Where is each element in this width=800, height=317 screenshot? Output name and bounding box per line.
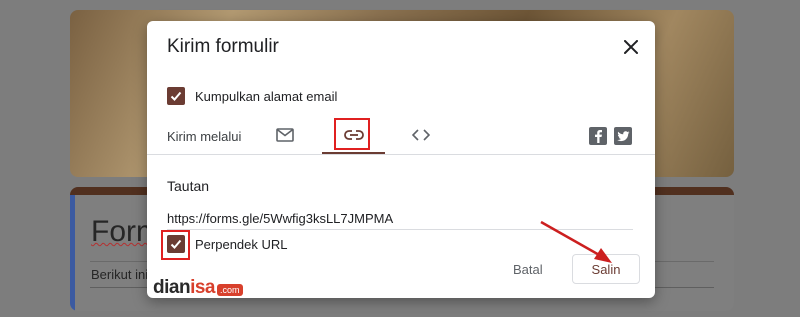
dialog-title: Kirim formulir (167, 36, 279, 57)
tab-embed[interactable] (405, 118, 437, 152)
watermark-logo: dianisa .com (153, 277, 243, 299)
form-url-field[interactable] (167, 207, 633, 230)
card-left-accent (70, 195, 75, 311)
facebook-icon (595, 130, 602, 143)
tab-email[interactable] (269, 118, 301, 152)
highlight-box-link-tab (334, 118, 370, 150)
tabs-divider (147, 154, 655, 155)
code-icon (412, 129, 430, 141)
twitter-icon (616, 130, 629, 141)
checkmark-icon (170, 91, 182, 101)
send-form-dialog: Kirim formulir Kumpulkan alamat email Ki… (147, 21, 655, 298)
close-icon (624, 40, 638, 54)
form-description: Berikut ini (91, 267, 149, 282)
copy-button-label: Salin (591, 261, 621, 277)
copy-button[interactable]: Salin (572, 254, 640, 284)
send-via-label: Kirim melalui (167, 129, 242, 144)
watermark-domain: .com (216, 284, 243, 296)
close-button[interactable] (619, 35, 643, 59)
shorten-url-label: Perpendek URL (195, 236, 288, 252)
collect-email-label: Kumpulkan alamat email (195, 88, 338, 104)
mail-icon (276, 128, 294, 142)
collect-email-checkbox[interactable] (167, 87, 185, 105)
collect-email-row: Kumpulkan alamat email (167, 87, 337, 105)
twitter-share-button[interactable] (614, 127, 632, 145)
link-section-title: Tautan (167, 178, 210, 194)
cancel-button[interactable]: Batal (513, 257, 543, 283)
highlight-box-shorten-checkbox (161, 230, 190, 260)
watermark-brand: dianisa (153, 277, 215, 298)
facebook-share-button[interactable] (589, 127, 607, 145)
